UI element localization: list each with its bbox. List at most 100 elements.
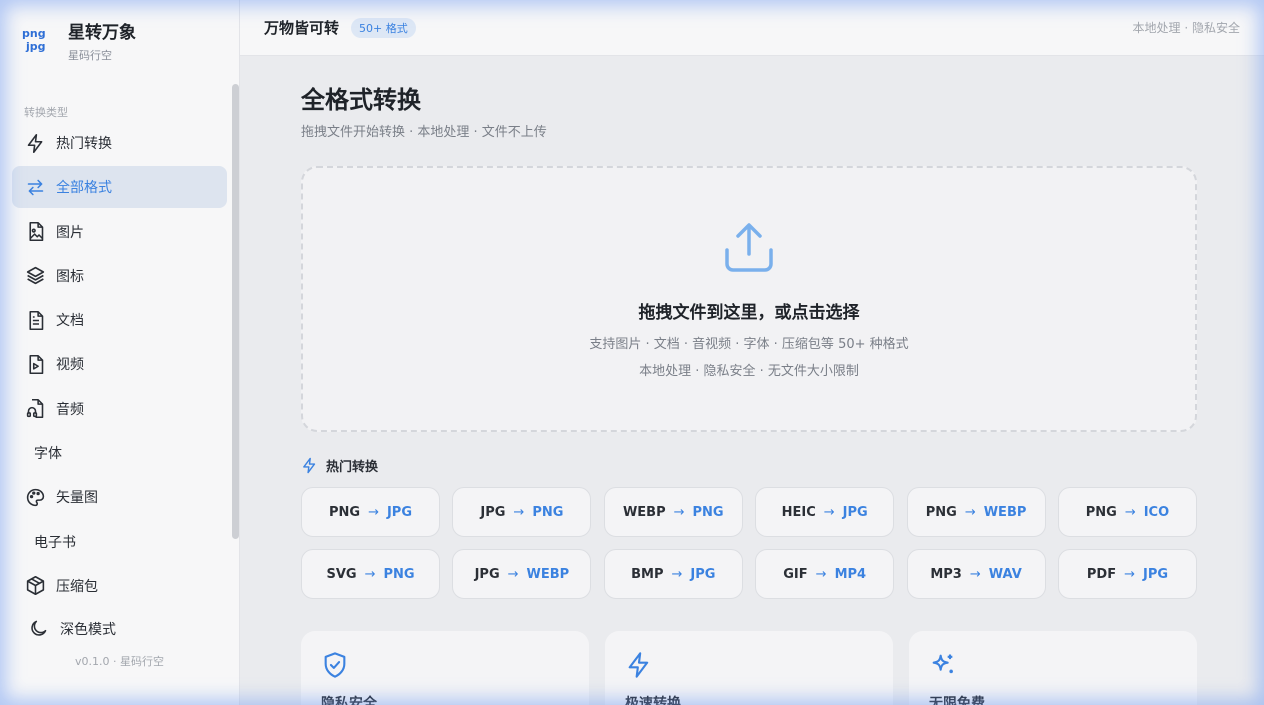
conversion-chip[interactable]: PNG → ICO	[1057, 487, 1197, 537]
to-format: JPG	[690, 566, 716, 582]
to-format: PNG	[532, 504, 564, 520]
palette-icon	[24, 486, 46, 508]
image-icon	[24, 221, 46, 243]
to-format: PNG	[692, 504, 724, 520]
sidebar-item-label: 压缩包	[56, 578, 98, 595]
page-title: 全格式转换	[301, 86, 421, 114]
feature-cards: 隐私安全 极速转换 无限免费	[301, 631, 1197, 705]
sidebar-item-label: 全部格式	[56, 180, 112, 197]
sidebar-item-all-formats[interactable]: 全部格式	[12, 166, 227, 209]
dark-mode-toggle[interactable]: 深色模式	[0, 609, 239, 649]
to-format: WEBP	[526, 566, 570, 582]
moon-icon	[28, 618, 50, 640]
arrow-right-icon: →	[823, 504, 835, 520]
feature-card-privacy: 隐私安全	[301, 631, 589, 705]
sidebar-scrollbar[interactable]	[232, 84, 239, 539]
from-format: PNG	[328, 504, 361, 520]
video-icon	[24, 353, 46, 375]
conversion-chip[interactable]: JPG → WEBP	[452, 549, 592, 599]
to-format: JPG	[386, 504, 413, 520]
audio-icon	[24, 398, 46, 420]
layers-icon	[24, 265, 46, 287]
dropzone-title: 拖拽文件到这里，或点击选择	[638, 303, 860, 323]
conversion-chip[interactable]: GIF → MP4	[755, 549, 895, 599]
conversion-chip[interactable]: WEBP → PNG	[603, 487, 743, 537]
conversion-chip[interactable]: MP3 → WAV	[906, 549, 1046, 599]
sidebar-item-icon[interactable]: 图标	[12, 255, 227, 297]
topbar-title: 万物皆可转	[264, 19, 340, 37]
arrow-right-icon: →	[671, 566, 683, 582]
sidebar-item-document[interactable]: 文档	[12, 299, 227, 341]
sidebar-item-label: 电子书	[34, 534, 76, 551]
conversion-chip[interactable]: PNG → JPG	[301, 487, 440, 537]
swap-icon	[24, 176, 46, 198]
arrow-right-icon: →	[964, 504, 976, 520]
conversion-chip[interactable]: PNG → WEBP	[906, 487, 1046, 537]
package-icon	[24, 575, 46, 597]
to-format: WAV	[988, 566, 1022, 582]
dark-mode-label: 深色模式	[60, 622, 116, 639]
hot-conversions-heading: 热门转换	[301, 456, 1197, 475]
conversion-grid: PNG → JPG JPG → PNG WEBP → PNG HEIC → JPG PNG → WE…	[301, 487, 1197, 599]
page-subtitle: 拖拽文件开始转换 · 本地处理 · 文件不上传	[301, 125, 547, 140]
sidebar-item-label: 视频	[56, 357, 84, 374]
brand-subtitle: 星码行空	[68, 48, 112, 62]
feature-title: 隐私安全	[321, 696, 377, 705]
conversion-chip[interactable]: SVG → PNG	[301, 549, 440, 599]
lightning-icon	[303, 457, 316, 474]
sidebar-item-vector[interactable]: 矢量图	[12, 476, 227, 518]
sidebar: png jpg 星转万象 星码行空 转换类型 热门转换 全部格式 图片 图标 文…	[0, 0, 240, 705]
conversion-chip[interactable]: JPG → PNG	[452, 487, 592, 537]
from-format: PNG	[925, 504, 957, 520]
brand[interactable]: png jpg 星转万象 星码行空	[0, 0, 239, 84]
arrow-right-icon: →	[969, 566, 981, 582]
arrow-right-icon: →	[815, 566, 827, 582]
sidebar-item-font[interactable]: 字体	[12, 432, 227, 474]
to-format: JPG	[1142, 566, 1169, 582]
feature-card-free: 无限免费	[909, 631, 1197, 705]
from-format: HEIC	[781, 504, 816, 520]
topbar: 万物皆可转 50+ 格式 本地处理 · 隐私安全	[240, 0, 1264, 56]
sidebar-item-archive[interactable]: 压缩包	[12, 565, 227, 607]
to-format: JPG	[842, 504, 868, 520]
from-format: JPG	[480, 504, 506, 520]
feature-title: 极速转换	[625, 696, 681, 705]
sidebar-item-audio[interactable]: 音频	[12, 388, 227, 430]
arrow-right-icon: →	[1124, 566, 1135, 582]
arrow-right-icon: →	[507, 566, 519, 582]
sidebar-item-label: 矢量图	[56, 490, 98, 507]
logo-bottom-text: jpg	[26, 40, 46, 53]
dropzone-formats: 支持图片 · 文档 · 音视频 · 字体 · 压缩包等 50+ 种格式	[589, 337, 909, 352]
arrow-right-icon: →	[513, 504, 525, 520]
sidebar-item-label: 音频	[56, 401, 84, 418]
from-format: WEBP	[622, 504, 666, 520]
sidebar-item-label: 热门转换	[56, 136, 112, 152]
conversion-chip[interactable]: PDF → JPG	[1057, 549, 1197, 599]
hot-conversions-label: 热门转换	[326, 460, 379, 475]
upload-icon	[725, 223, 773, 272]
to-format: PNG	[383, 566, 415, 582]
from-format: PNG	[1085, 504, 1117, 520]
from-format: MP3	[930, 566, 962, 582]
lightning-icon	[24, 132, 46, 154]
sidebar-item-image[interactable]: 图片	[12, 211, 227, 253]
document-icon	[24, 309, 46, 331]
conversion-chip[interactable]: HEIC → JPG	[755, 487, 895, 537]
to-format: ICO	[1143, 504, 1170, 520]
file-dropzone[interactable]: 拖拽文件到这里，或点击选择 支持图片 · 文档 · 音视频 · 字体 · 压缩包…	[301, 166, 1197, 432]
conversion-chip[interactable]: BMP → JPG	[603, 549, 743, 599]
feature-title: 无限免费	[929, 696, 985, 705]
sidebar-item-ebook[interactable]: 电子书	[12, 521, 227, 563]
sidebar-item-video[interactable]: 视频	[12, 343, 227, 385]
brand-title: 星转万象	[68, 22, 136, 43]
sidebar-nav: 热门转换 全部格式 图片 图标 文档 视频 音频 字体 矢量图 电子书 压缩包	[0, 122, 239, 607]
from-format: PDF	[1086, 566, 1117, 582]
format-count-badge: 50+ 格式	[351, 17, 416, 38]
sidebar-item-label: 图标	[56, 268, 84, 285]
arrow-right-icon: →	[1124, 504, 1136, 520]
sidebar-item-hot[interactable]: 热门转换	[12, 122, 227, 164]
lightning-icon	[628, 652, 649, 678]
feature-card-speed: 极速转换	[605, 631, 893, 705]
from-format: BMP	[631, 566, 664, 582]
main-area: 万物皆可转 50+ 格式 本地处理 · 隐私安全 全格式转换 拖拽文件开始转换 …	[240, 0, 1264, 705]
